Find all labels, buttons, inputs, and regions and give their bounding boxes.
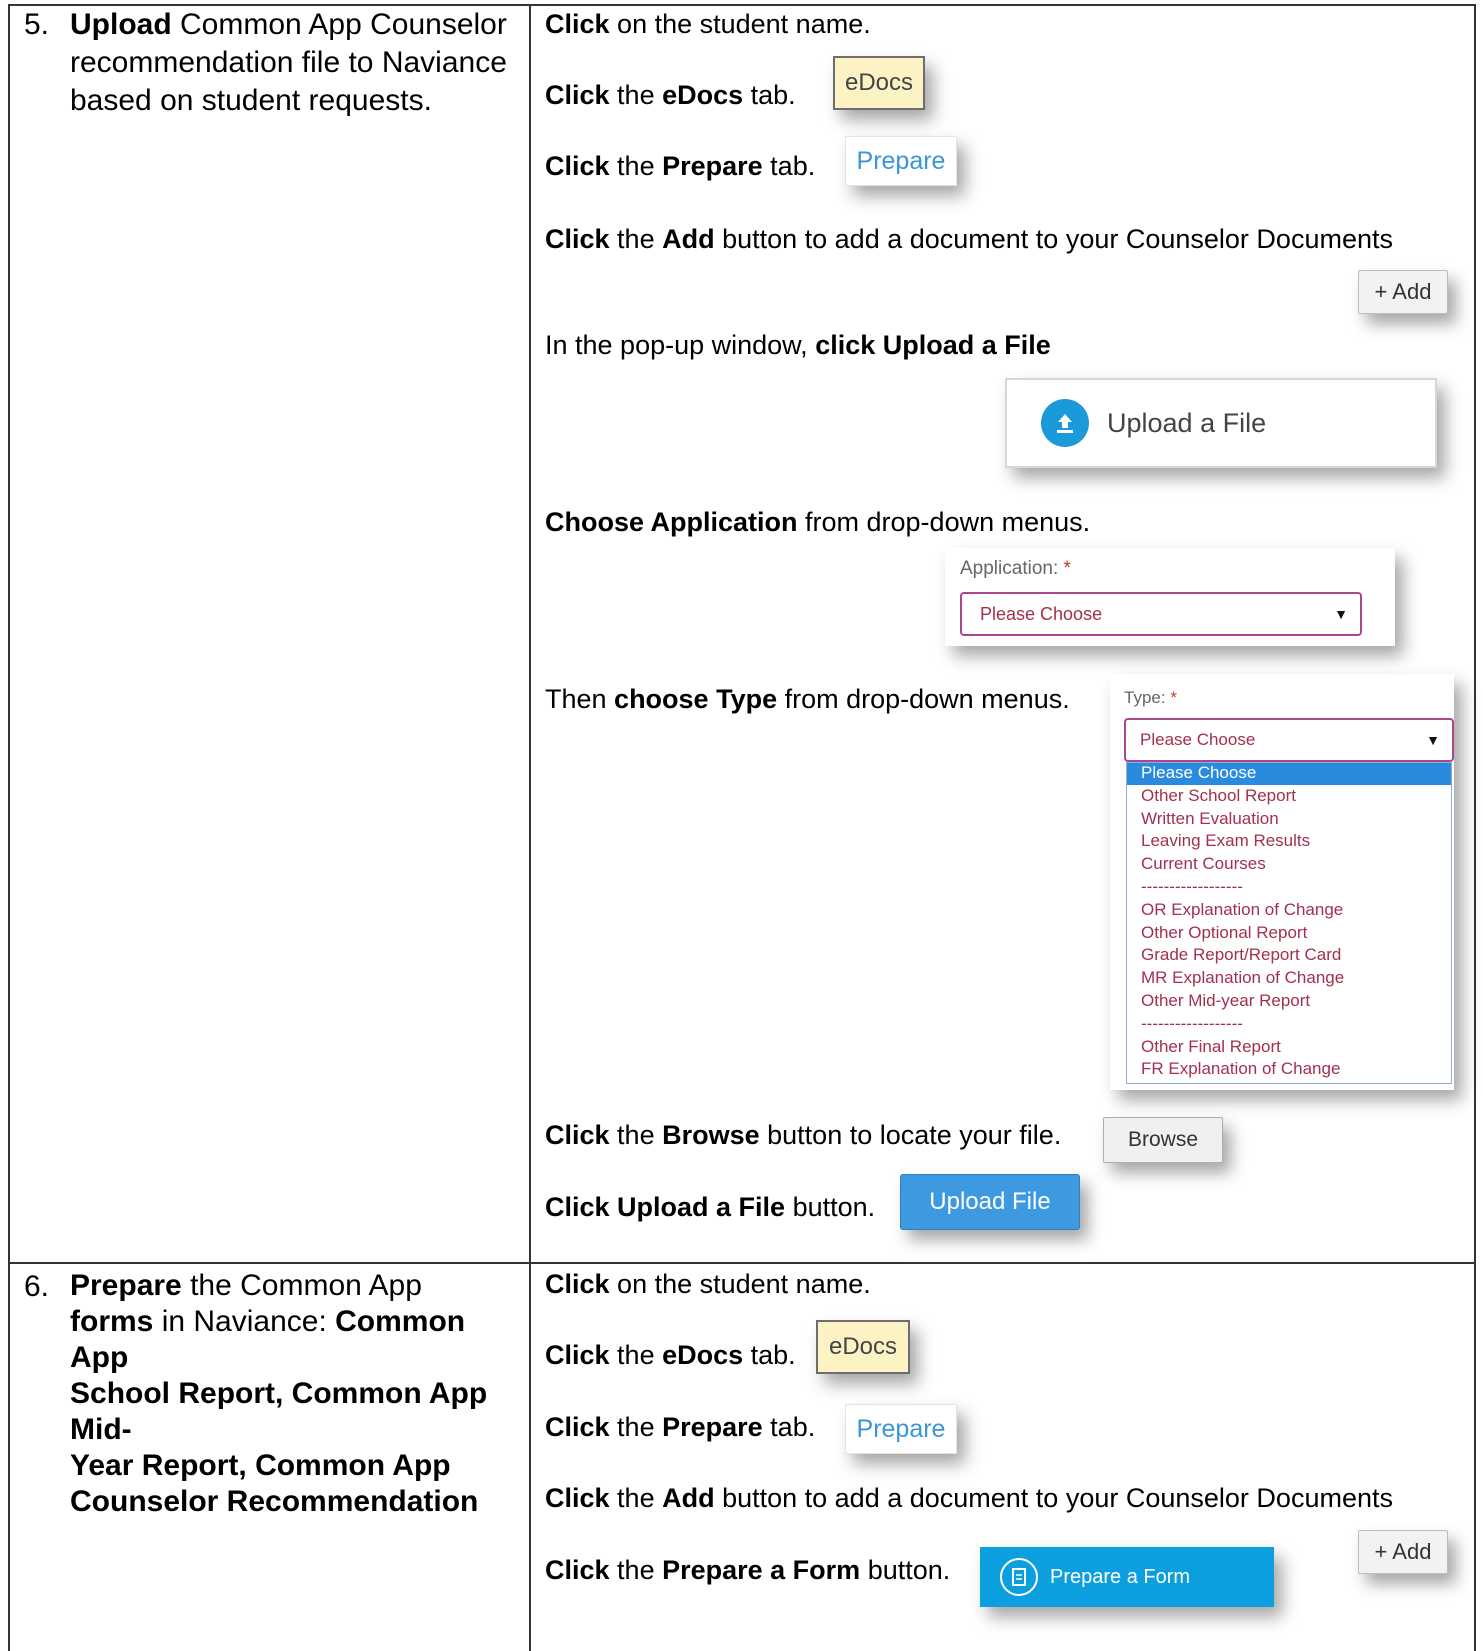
row6-step-prepare: Click the Prepare tab. — [545, 1412, 816, 1442]
prepare-a-form-label: Prepare a Form — [1050, 1565, 1191, 1588]
type-option[interactable]: Other School Report — [1141, 786, 1296, 806]
add-button[interactable]: + Add — [1358, 1530, 1448, 1574]
application-label: Application: * — [960, 558, 1071, 579]
type-label: Type: * — [1124, 688, 1177, 707]
dropdown-arrow-icon: ▼ — [1426, 732, 1440, 748]
row5-step-add: Click the Add button to add a document t… — [545, 224, 1393, 254]
upload-file-button[interactable]: Upload File — [900, 1174, 1080, 1230]
table-border-right — [1474, 4, 1476, 1651]
prepare-tab[interactable]: Prepare — [845, 1404, 957, 1454]
table-row-divider — [8, 1262, 1476, 1264]
type-options-list: Please Choose Other School Report Written … — [1126, 762, 1452, 1084]
edocs-tab[interactable]: eDocs — [816, 1320, 910, 1374]
type-select-value: Please Choose — [1140, 730, 1256, 749]
type-option[interactable]: Other Mid-year Report — [1141, 991, 1310, 1011]
table-border-left — [8, 4, 10, 1651]
row6-step-prepare-form: Click the Prepare a Form button. — [545, 1555, 951, 1585]
row5-step-application: Choose Application from drop-down menus. — [545, 507, 1091, 537]
application-field-panel: Application: * Please Choose ▼ — [945, 548, 1395, 646]
type-select[interactable]: Please Choose ▼ — [1124, 718, 1454, 762]
row5-step-upload-file: Click Upload a File button. — [545, 1192, 876, 1222]
application-select[interactable]: Please Choose ▼ — [960, 592, 1362, 636]
row5-description: Upload Common App Counselor recommendati… — [70, 8, 507, 117]
prepare-a-form-button[interactable]: Prepare a Form — [980, 1547, 1274, 1607]
table-border-middle — [529, 4, 531, 1651]
row5-step-prepare: Click the Prepare tab. — [545, 151, 816, 181]
type-option[interactable]: Please Choose — [1141, 763, 1256, 783]
prepare-tab[interactable]: Prepare — [845, 136, 957, 186]
type-option[interactable]: ------------------ — [1141, 877, 1243, 897]
row6-number: 6. — [24, 1270, 50, 1303]
cloud-upload-icon — [1041, 399, 1089, 447]
row5-step-edocs: Click the eDocs tab. — [545, 80, 796, 110]
type-option[interactable]: Leaving Exam Results — [1141, 831, 1310, 851]
type-option[interactable]: OR Explanation of Change — [1141, 900, 1343, 920]
type-option[interactable]: Written Evaluation — [1141, 809, 1279, 829]
add-button[interactable]: + Add — [1358, 270, 1448, 314]
row5-step-type: Then choose Type from drop-down menus. — [545, 684, 1070, 714]
upload-a-file-button[interactable]: Upload a File — [1005, 378, 1437, 468]
row6-step-edocs: Click the eDocs tab. — [545, 1340, 796, 1370]
type-option[interactable]: FR Explanation of Change — [1141, 1059, 1340, 1079]
type-option[interactable]: Other Optional Report — [1141, 923, 1307, 943]
type-option[interactable]: Current Courses — [1141, 854, 1266, 874]
dropdown-arrow-icon: ▼ — [1334, 606, 1348, 622]
document-icon — [1000, 1558, 1038, 1596]
type-option[interactable]: Grade Report/Report Card — [1141, 945, 1341, 965]
row5-step-click-student: Click on the student name. — [545, 9, 871, 39]
edocs-tab[interactable]: eDocs — [833, 56, 925, 110]
type-field-panel: Type: * Please Choose ▼ Please Choose Oth… — [1110, 674, 1454, 1090]
type-option[interactable]: ------------------ — [1141, 1014, 1243, 1034]
row5-step-browse: Click the Browse button to locate your f… — [545, 1120, 1062, 1150]
row6-description: Prepare the Common App forms in Naviance… — [70, 1269, 488, 1518]
type-option[interactable]: Other Final Report — [1141, 1037, 1281, 1057]
browse-button[interactable]: Browse — [1103, 1117, 1223, 1163]
row6-step-add: Click the Add button to add a document t… — [545, 1483, 1393, 1513]
row5-number: 5. — [24, 8, 50, 41]
upload-a-file-label: Upload a File — [1107, 407, 1267, 438]
application-select-value: Please Choose — [980, 603, 1103, 624]
row5-step-upload-popup: In the pop-up window, click Upload a Fil… — [545, 330, 1051, 360]
type-option[interactable]: MR Explanation of Change — [1141, 968, 1344, 988]
row6-step-click-student: Click on the student name. — [545, 1269, 871, 1299]
